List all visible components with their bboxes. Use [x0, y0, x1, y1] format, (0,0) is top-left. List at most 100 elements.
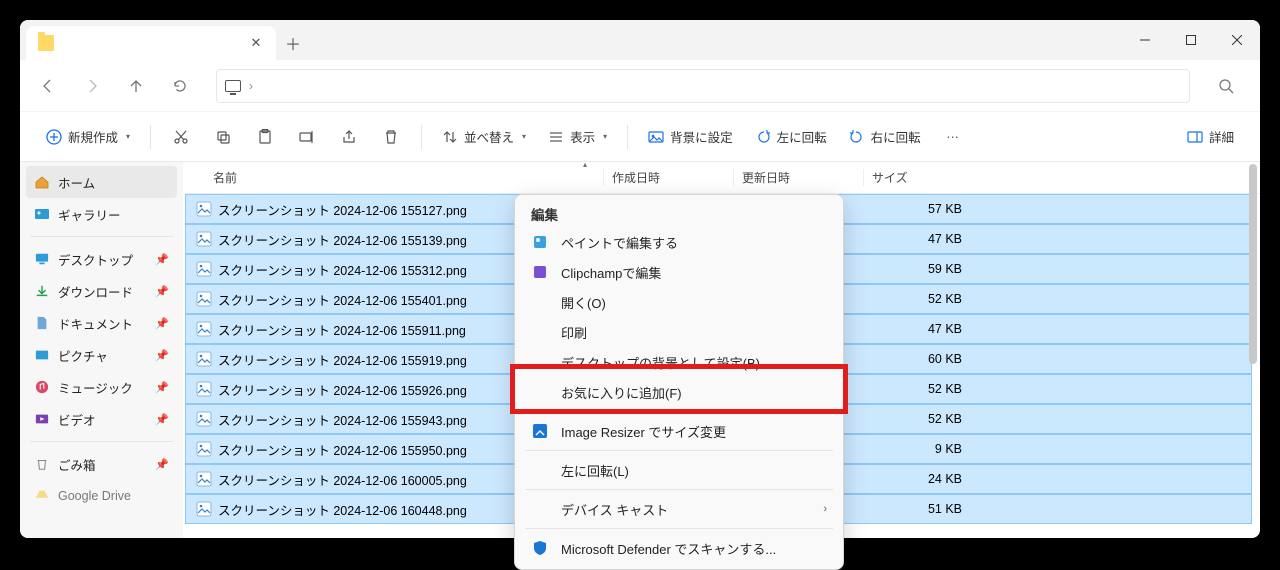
blank-icon [531, 383, 549, 401]
ctx-device-cast[interactable]: デバイス キャスト › [515, 494, 843, 524]
ctx-edit-clipchamp[interactable]: Clipchampで編集 [515, 257, 843, 287]
new-button[interactable]: 新規作成 ▾ [36, 119, 140, 155]
toolbar: 新規作成 ▾ 並べ替え ▾ 表示 ▾ 背景に設定 左に回転 [20, 112, 1260, 162]
png-file-icon [196, 471, 212, 487]
rotate-right-label: 右に回転 [871, 127, 921, 146]
ctx-add-favorite[interactable]: お気に入りに追加(F) [515, 377, 843, 407]
cut-button[interactable] [161, 119, 201, 155]
blank-icon [531, 461, 549, 479]
new-tab-button[interactable]: ＋ [276, 26, 310, 60]
maximize-button[interactable] [1168, 20, 1214, 60]
gdrive-icon [34, 488, 50, 504]
ctx-label: 左に回転(L) [561, 461, 827, 480]
paste-button[interactable] [245, 119, 285, 155]
close-button[interactable] [1214, 20, 1260, 60]
home-icon [34, 174, 50, 190]
chevron-right-icon: › [823, 503, 827, 515]
sidebar-item-gallery[interactable]: ギャラリー [26, 198, 177, 230]
sidebar-item-pictures[interactable]: ピクチャ 📌 [26, 339, 177, 371]
pin-icon: 📌 [155, 458, 169, 471]
vertical-scrollbar[interactable] [1248, 162, 1258, 538]
address-bar[interactable]: › [216, 69, 1190, 103]
sort-button[interactable]: 並べ替え ▾ [432, 119, 536, 155]
sidebar-item-documents[interactable]: ドキュメント 📌 [26, 307, 177, 339]
ellipsis-icon: ⋯ [946, 129, 959, 144]
ctx-label: 開く(O) [561, 293, 827, 312]
cell-size: 9 KB [876, 442, 962, 456]
pin-icon: 📌 [155, 349, 169, 362]
back-button[interactable] [28, 66, 68, 106]
ctx-label: Microsoft Defender でスキャンする... [561, 539, 827, 558]
sidebar-gdrive-label: Google Drive [58, 489, 131, 503]
cell-size: 59 KB [876, 262, 962, 276]
view-button[interactable]: 表示 ▾ [538, 119, 617, 155]
copy-button[interactable] [203, 119, 243, 155]
tab-close-button[interactable]: ✕ [248, 35, 264, 51]
minimize-button[interactable] [1122, 20, 1168, 60]
sidebar-item-videos[interactable]: ビデオ 📌 [26, 403, 177, 435]
up-button[interactable] [116, 66, 156, 106]
picture-icon [648, 129, 664, 145]
forward-button[interactable] [72, 66, 112, 106]
rotate-left-button[interactable]: 左に回転 [745, 119, 837, 155]
sidebar-item-music[interactable]: ミュージック 📌 [26, 371, 177, 403]
ctx-defender-scan[interactable]: Microsoft Defender でスキャンする... [515, 533, 843, 563]
view-label: 表示 [570, 127, 595, 146]
png-file-icon [196, 291, 212, 307]
png-file-icon [196, 261, 212, 277]
blank-icon [531, 500, 549, 518]
details-pane-button[interactable]: 詳細 [1177, 119, 1244, 155]
ctx-rotate-left[interactable]: 左に回転(L) [515, 455, 843, 485]
rotate-right-button[interactable]: 右に回転 [839, 119, 931, 155]
ctx-set-bg[interactable]: デスクトップの背景として設定(B) [515, 347, 843, 377]
document-icon [34, 315, 50, 331]
column-size[interactable]: サイズ [863, 169, 953, 186]
scissors-icon [173, 129, 189, 145]
sidebar-home-label: ホーム [58, 173, 95, 192]
shield-icon [531, 539, 549, 557]
ctx-print[interactable]: 印刷 [515, 317, 843, 347]
sidebar-item-trash[interactable]: ごみ箱 📌 [26, 448, 177, 480]
scrollbar-thumb[interactable] [1249, 164, 1257, 364]
separator [150, 125, 151, 149]
separator [525, 411, 833, 412]
ctx-image-resizer[interactable]: Image Resizer でサイズ変更 [515, 416, 843, 446]
sidebar-downloads-label: ダウンロード [58, 282, 133, 301]
separator [525, 450, 833, 451]
png-file-icon [196, 441, 212, 457]
tab-active[interactable]: ✕ [26, 26, 276, 60]
share-icon [341, 129, 357, 145]
rotate-left-icon [755, 129, 771, 145]
column-modified[interactable]: 更新日時 [733, 169, 863, 186]
ctx-label: お気に入りに追加(F) [561, 383, 827, 402]
pin-icon: 📌 [155, 413, 169, 426]
share-button[interactable] [329, 119, 369, 155]
cell-size: 60 KB [876, 352, 962, 366]
sidebar-pictures-label: ピクチャ [58, 346, 108, 365]
sidebar-item-home[interactable]: ホーム [26, 166, 177, 198]
cell-size: 24 KB [876, 472, 962, 486]
paint-icon [531, 233, 549, 251]
ctx-edit-paint[interactable]: ペイントで編集する [515, 227, 843, 257]
refresh-button[interactable] [160, 66, 200, 106]
png-file-icon [196, 501, 212, 517]
rename-button[interactable] [287, 119, 327, 155]
set-background-button[interactable]: 背景に設定 [638, 119, 743, 155]
more-button[interactable]: ⋯ [933, 119, 973, 155]
search-button[interactable] [1206, 66, 1246, 106]
sidebar-item-desktop[interactable]: デスクトップ 📌 [26, 243, 177, 275]
cell-size: 47 KB [876, 232, 962, 246]
cell-size: 52 KB [876, 382, 962, 396]
column-name[interactable]: 名前 [213, 169, 603, 186]
ctx-open[interactable]: 開く(O) [515, 287, 843, 317]
sidebar-item-downloads[interactable]: ダウンロード 📌 [26, 275, 177, 307]
chevron-right-icon: › [249, 79, 253, 93]
column-created[interactable]: 作成日時 [603, 169, 733, 186]
delete-button[interactable] [371, 119, 411, 155]
ctx-label: デスクトップの背景として設定(B) [561, 353, 827, 372]
rotate-right-icon [849, 129, 865, 145]
png-file-icon [196, 321, 212, 337]
sidebar-item-gdrive[interactable]: Google Drive [26, 480, 177, 512]
new-label: 新規作成 [68, 127, 118, 146]
video-icon [34, 411, 50, 427]
